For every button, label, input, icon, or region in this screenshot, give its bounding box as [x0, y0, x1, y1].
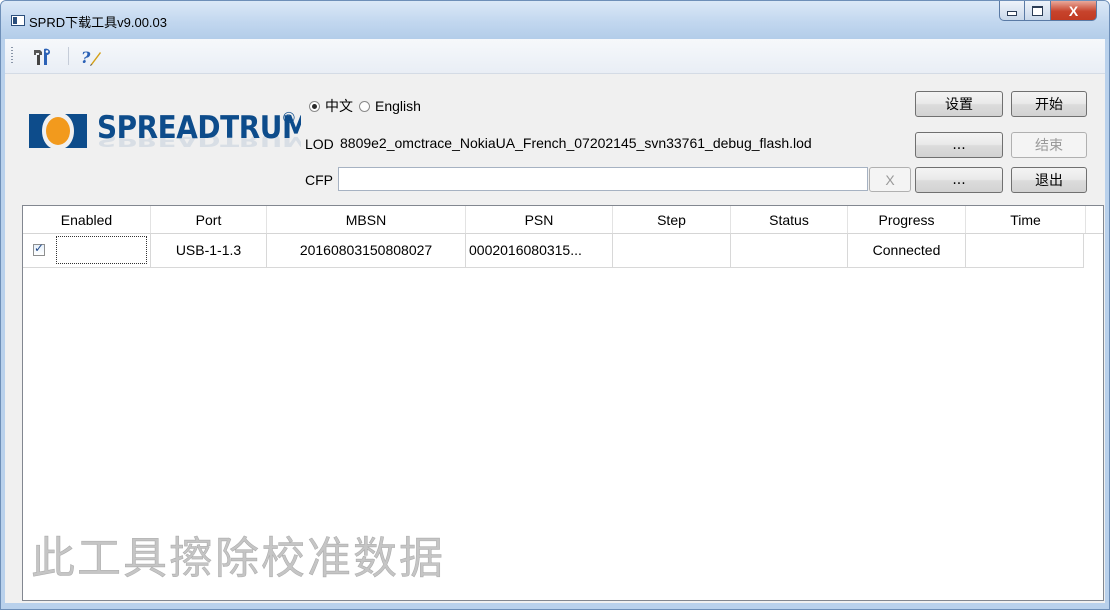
client-area: SPREADTRUM ® SPREADTRUM 中文 English LOD 8…	[5, 74, 1105, 603]
window-title: SPRD下载工具v9.00.03	[29, 15, 167, 30]
tools-icon	[34, 48, 50, 65]
main-window: SPRD下载工具v9.00.03 X ? SPREADTRUM ® SPREAD…	[0, 0, 1110, 610]
help-button[interactable]: ?	[79, 46, 103, 68]
radio-english[interactable]	[359, 100, 370, 112]
cell-mbsn: 20160803150808027	[267, 233, 466, 268]
exit-button[interactable]: 退出	[1011, 167, 1087, 193]
cell-psn: 0002016080315...	[466, 233, 613, 268]
language-selector: 中文 English	[309, 96, 421, 116]
spreadtrum-logo: SPREADTRUM ® SPREADTRUM	[25, 100, 301, 178]
radio-english-label[interactable]: English	[375, 98, 421, 114]
toolbar-grip[interactable]	[11, 47, 13, 65]
maximize-button[interactable]	[1025, 1, 1051, 21]
logo-mark-icon	[29, 114, 87, 148]
column-header-mbsn[interactable]: MBSN	[267, 206, 466, 233]
minimize-button[interactable]	[999, 1, 1025, 21]
help-icon: ?	[81, 48, 101, 67]
column-header-time[interactable]: Time	[966, 206, 1086, 233]
column-header-step[interactable]: Step	[613, 206, 731, 233]
lod-browse-button[interactable]: ...	[915, 132, 1003, 158]
window-controls: X	[999, 1, 1097, 21]
lod-label: LOD	[305, 136, 334, 152]
stop-button[interactable]: 结束	[1011, 132, 1087, 158]
cell-enabled	[23, 233, 151, 268]
lod-path-field[interactable]: 8809e2_omctrace_NokiaUA_French_07202145_…	[338, 131, 913, 155]
cfp-clear-button[interactable]: X	[869, 167, 911, 192]
column-header-port[interactable]: Port	[151, 206, 267, 233]
cell-time	[966, 233, 1084, 268]
table-row[interactable]: USB-1-1.3 20160803150808027 000201608031…	[23, 233, 1084, 268]
column-header-enabled[interactable]: Enabled	[23, 206, 151, 233]
cfp-path-field[interactable]	[338, 167, 868, 191]
cell-status	[731, 233, 848, 268]
cell-step	[613, 233, 731, 268]
toolbar-separator	[68, 47, 69, 65]
logo-reflection: SPREADTRUM	[97, 130, 301, 150]
toolbar: ?	[5, 39, 1105, 74]
app-icon	[11, 15, 25, 26]
title-bar[interactable]: SPRD下载工具v9.00.03 X	[1, 1, 1109, 39]
radio-chinese[interactable]	[309, 100, 320, 112]
close-button[interactable]: X	[1051, 1, 1097, 21]
cell-progress: Connected	[848, 233, 966, 268]
column-header-psn[interactable]: PSN	[466, 206, 613, 233]
tools-button[interactable]	[31, 46, 55, 68]
cfp-label: CFP	[305, 172, 333, 188]
column-header-progress[interactable]: Progress	[848, 206, 966, 233]
start-button[interactable]: 开始	[1011, 91, 1087, 117]
enabled-checkbox[interactable]	[33, 241, 45, 256]
svg-text:?: ?	[81, 48, 91, 67]
table-header: Enabled Port MBSN PSN Step Status Progre…	[23, 206, 1103, 234]
column-header-status[interactable]: Status	[731, 206, 848, 233]
close-icon: X	[1068, 2, 1079, 19]
settings-button[interactable]: 设置	[915, 91, 1003, 117]
radio-chinese-label[interactable]: 中文	[325, 96, 353, 116]
cfp-browse-button[interactable]: ...	[915, 167, 1003, 193]
registered-mark: ®	[283, 110, 295, 127]
focus-rectangle	[56, 236, 147, 264]
maximize-icon	[1032, 5, 1043, 16]
watermark-text: 此工具擦除校准数据	[31, 533, 445, 585]
cell-port: USB-1-1.3	[151, 233, 267, 268]
device-table[interactable]: Enabled Port MBSN PSN Step Status Progre…	[22, 205, 1104, 601]
minimize-icon	[1007, 11, 1017, 16]
